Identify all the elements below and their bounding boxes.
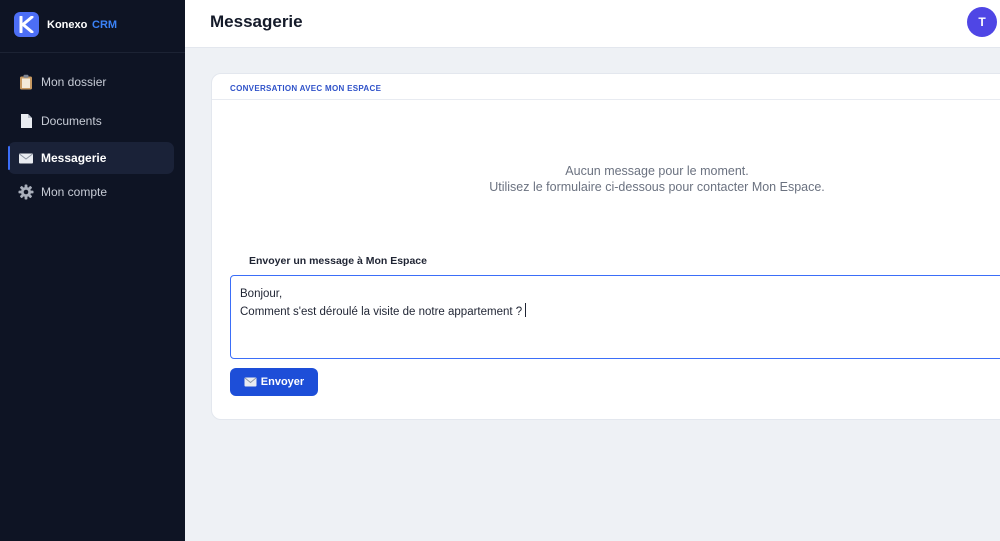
envelope-icon (19, 153, 33, 164)
document-icon (21, 114, 32, 128)
message-textarea[interactable]: Bonjour, Comment s'est déroulé la visite… (230, 275, 1000, 359)
brand-suffix: CRM (92, 19, 118, 31)
sidebar: Konexo CRM Mon dossier Documents Message… (0, 0, 185, 541)
message-form-label: Envoyer un message à Mon Espace (249, 255, 427, 267)
page-title: Messagerie (210, 12, 303, 31)
conversation-header: CONVERSATION AVEC MON ESPACE (212, 74, 1000, 100)
empty-state-hint: Utilisez le formulaire ci-dessous pour c… (489, 180, 825, 194)
brand-name: Konexo (47, 19, 88, 31)
empty-state-message: Aucun message pour le moment. (565, 164, 749, 178)
clipboard-icon (20, 74, 32, 90)
conversation-title: CONVERSATION AVEC MON ESPACE (230, 84, 382, 93)
send-button-label: Envoyer (260, 376, 305, 388)
sidebar-item-mon-dossier[interactable]: Mon dossier (8, 66, 174, 98)
message-line-2: Comment s'est déroulé la visite de notre… (240, 306, 523, 318)
sidebar-item-documents[interactable]: Documents (8, 105, 174, 137)
sidebar-item-label: Mon compte (41, 185, 108, 199)
konexo-logo-icon (14, 12, 39, 37)
sidebar-item-label: Documents (41, 114, 102, 128)
conversation-card: CONVERSATION AVEC MON ESPACE Aucun messa… (211, 73, 1000, 420)
topbar: Messagerie T (185, 0, 1000, 48)
message-line-1: Bonjour, (240, 288, 283, 300)
send-button[interactable]: Envoyer (230, 368, 318, 396)
gear-icon (18, 184, 34, 200)
avatar[interactable]: T (967, 7, 997, 37)
brand[interactable]: Konexo CRM (0, 0, 185, 53)
envelope-icon (244, 377, 257, 387)
sidebar-item-mon-compte[interactable]: Mon compte (8, 176, 174, 208)
sidebar-item-label: Mon dossier (41, 75, 107, 89)
sidebar-item-messagerie[interactable]: Messagerie (8, 142, 174, 174)
sidebar-item-label: Messagerie (41, 151, 107, 165)
text-caret (525, 303, 527, 317)
